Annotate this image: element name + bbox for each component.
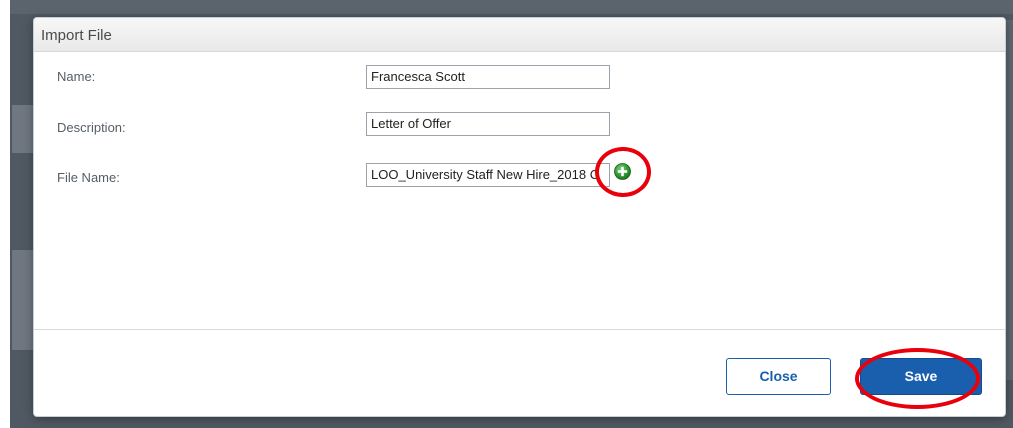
background-header [10,0,1013,14]
import-file-dialog: Import File Name: Francesca Scott Descri… [33,17,1006,417]
footer-divider [34,329,1005,330]
annotation-circle-add [595,147,651,197]
dialog-title: Import File [41,27,112,44]
name-label: Name: [57,69,96,84]
annotation-circle-save [855,348,980,409]
name-field[interactable]: Francesca Scott [366,65,610,89]
background-panel [12,105,34,153]
description-label: Description: [57,120,126,135]
background-panel [12,250,34,350]
file-name-label: File Name: [57,170,120,185]
description-field[interactable]: Letter of Offer [366,112,610,136]
close-button[interactable]: Close [726,358,831,395]
file-name-field[interactable]: LOO_University Staff New Hire_2018 C [366,163,610,187]
dialog-title-bar: Import File [34,18,1005,52]
